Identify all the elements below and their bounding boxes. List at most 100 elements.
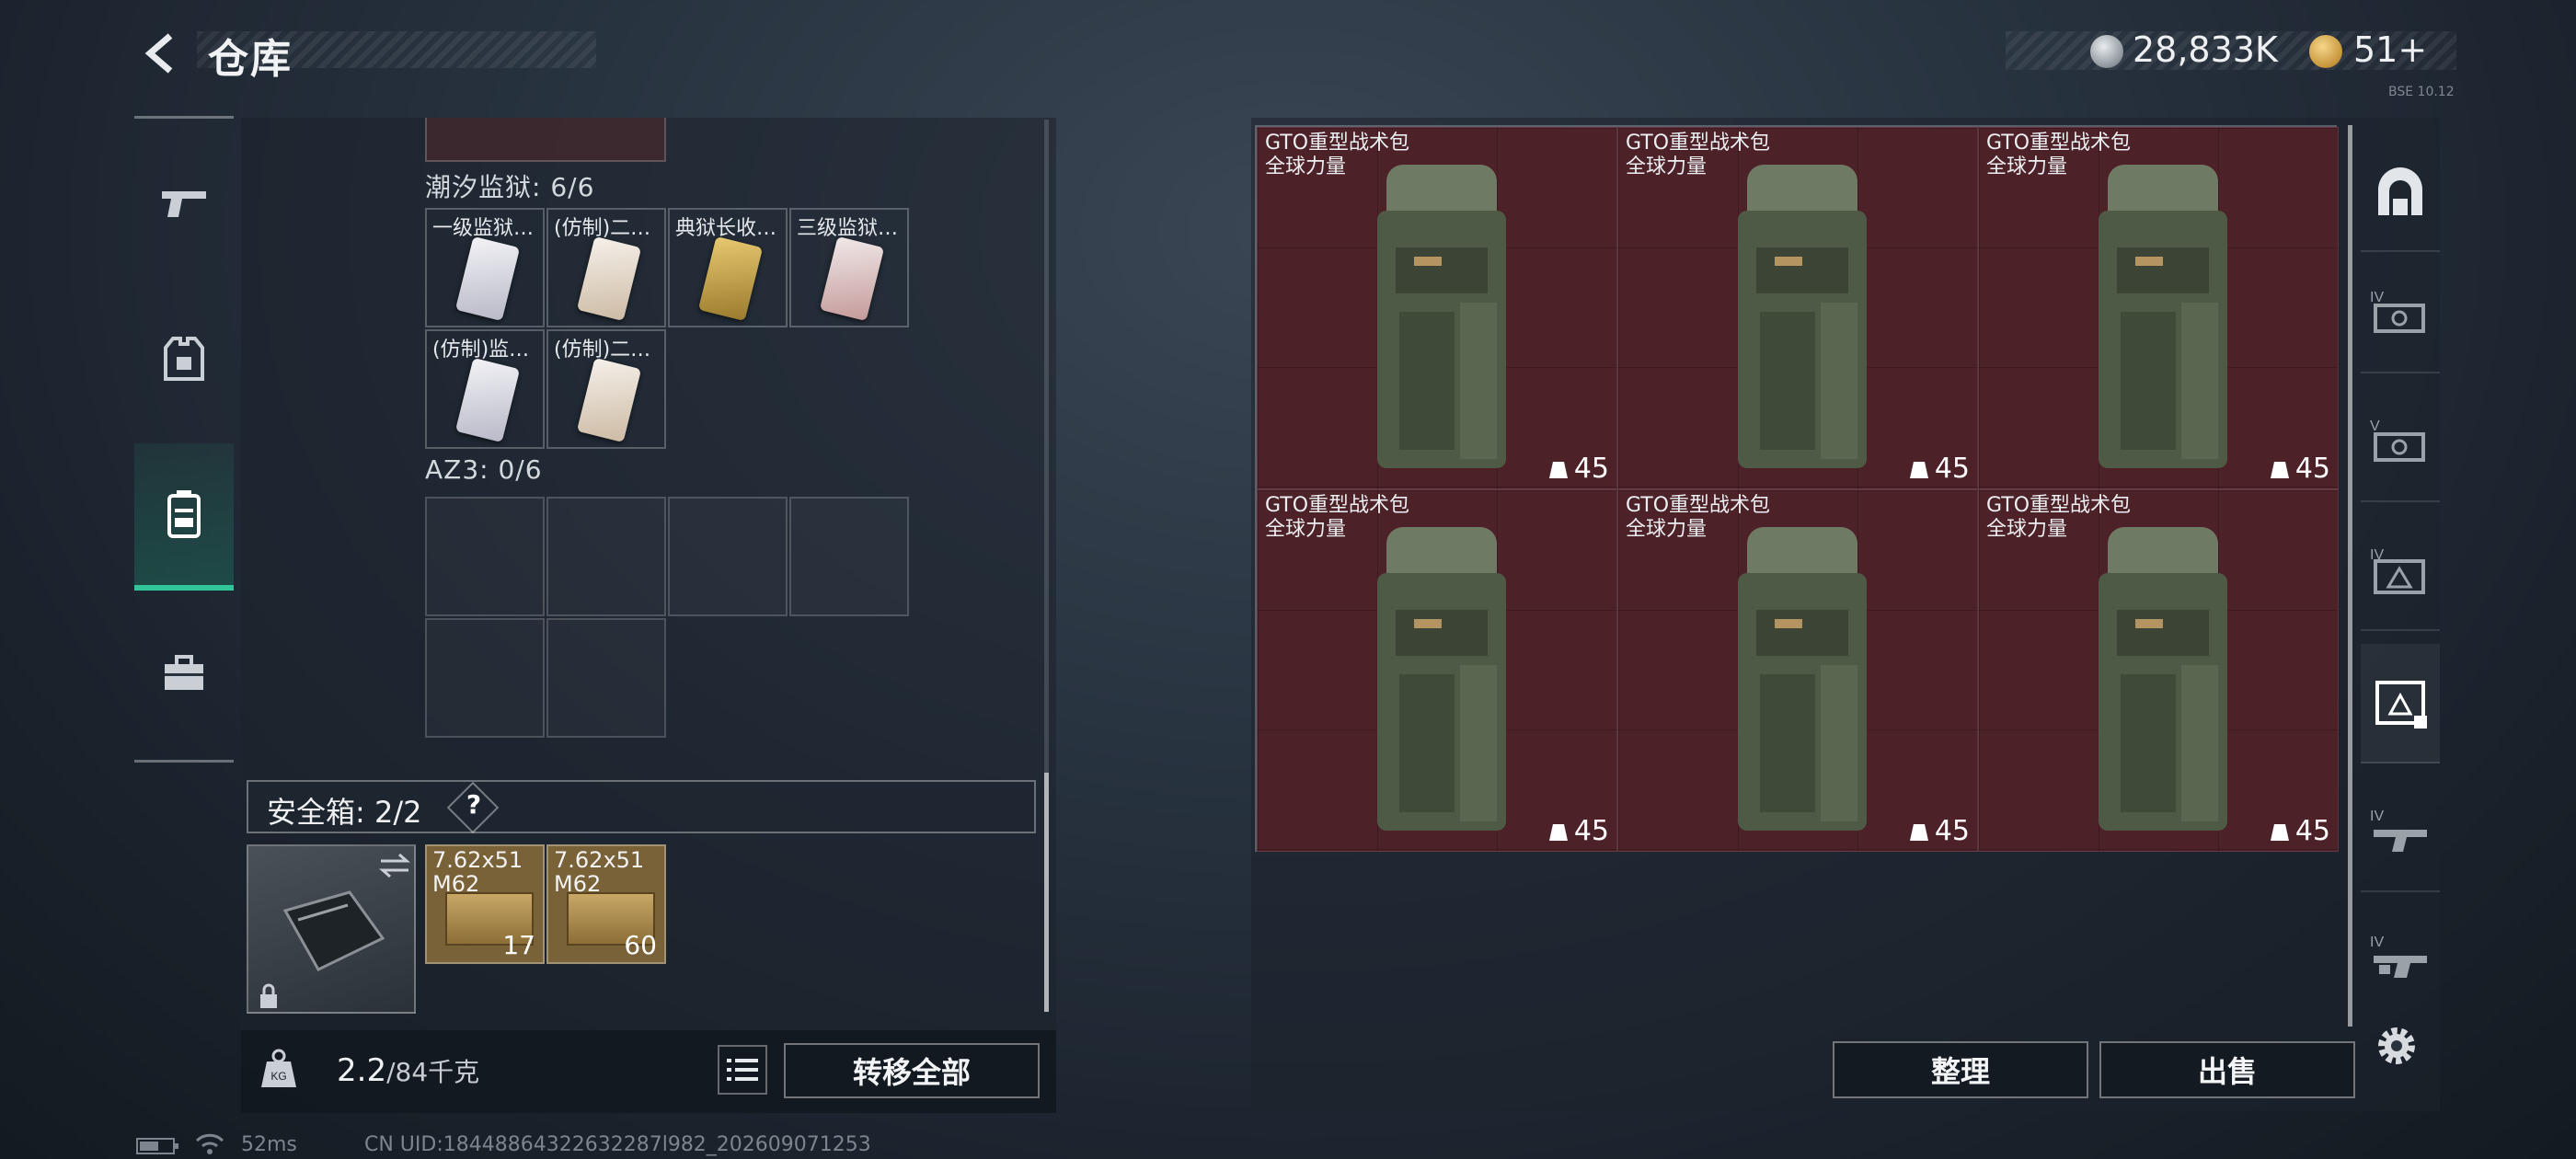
item-name: (仿制)监… [432, 339, 530, 361]
backpack-item[interactable]: GTO重型战术包 全球力量 45 [1257, 489, 1617, 852]
bag-name: GTO重型战术包 [1986, 494, 2132, 517]
room-tab-iv[interactable]: IV [2361, 254, 2440, 373]
backpack-image-icon [2099, 527, 2227, 831]
empty-slot[interactable] [425, 497, 545, 616]
bag-name-block: GTO重型战术包 全球力量 [1626, 494, 1770, 542]
ammo-count: 60 [624, 930, 657, 960]
chevron-left-icon [144, 33, 173, 74]
secure-container-icon [282, 890, 385, 971]
silver-currency-amount: 28,833K [2133, 29, 2278, 70]
transfer-all-button[interactable]: 转移全部 [784, 1043, 1040, 1098]
category-tab-armor[interactable] [134, 285, 234, 432]
room-tab-iv-triangle[interactable]: IV [2361, 511, 2440, 631]
keycard-item[interactable]: 三级监狱… [789, 208, 909, 327]
ping-readout: 52ms [241, 1133, 297, 1156]
safe-box-label: 安全箱: 2/2 [267, 795, 422, 830]
bag-capacity: 45 [1909, 453, 1970, 485]
bag-brand: 全球力量 [1265, 518, 1347, 541]
empty-slot[interactable] [546, 497, 666, 616]
backpack-image-icon [1738, 165, 1867, 468]
svg-text:V: V [2370, 419, 2380, 434]
section-label-tidal-prison: 潮汐监狱: 6/6 [425, 172, 595, 202]
backpack-item[interactable]: GTO重型战术包 全球力量 45 [1978, 489, 2339, 852]
room-tab-arch[interactable] [2361, 132, 2440, 252]
keycard-icon [576, 235, 642, 322]
bag-brand: 全球力量 [1986, 155, 2068, 178]
ammo-name: 7.62x51 M62 [554, 847, 645, 897]
bag-name-block: GTO重型战术包 全球力量 [1626, 132, 1770, 179]
swap-icon[interactable] [377, 852, 412, 879]
capacity-icon [2270, 823, 2289, 841]
keycard-icon [454, 357, 521, 443]
keycard-icon [697, 235, 764, 322]
ammo-name: 7.62x51 M62 [432, 847, 523, 897]
safe-case-item[interactable] [247, 844, 416, 1014]
empty-slot[interactable] [546, 618, 666, 738]
category-tab-toolbox[interactable] [134, 600, 234, 747]
keycard-item[interactable]: 一级监狱… [425, 208, 545, 327]
back-button[interactable] [134, 26, 190, 81]
ammo-item[interactable]: 7.62x51 M62 60 [546, 844, 666, 964]
gold-coin-icon [2309, 35, 2342, 68]
backpack-item[interactable]: GTO重型战术包 全球力量 45 [1978, 127, 2339, 489]
item-name: 一级监狱… [432, 217, 535, 240]
empty-slot[interactable] [425, 618, 545, 738]
keycard-item[interactable]: (仿制)监… [425, 329, 545, 449]
tier-iv-room-icon: IV [2370, 290, 2425, 333]
svg-text:IV: IV [2370, 290, 2384, 305]
gold-currency-amount[interactable]: 51+ [2353, 29, 2427, 70]
ammo-item[interactable]: 7.62x51 M62 17 [425, 844, 545, 964]
list-icon [727, 1059, 758, 1081]
settings-gear-icon[interactable] [2372, 1021, 2421, 1071]
help-button[interactable]: ? [462, 789, 486, 820]
bag-capacity-value: 45 [1934, 815, 1970, 847]
section-label-az3: AZ3: 0/6 [425, 454, 543, 485]
tier-iv-weapon-icon: IV [2370, 809, 2427, 852]
bag-capacity: 45 [1548, 815, 1609, 847]
keycard-item[interactable]: (仿制)二… [546, 208, 666, 327]
bag-capacity: 45 [1909, 815, 1970, 847]
partial-item-row [425, 118, 666, 162]
empty-slot[interactable] [789, 497, 909, 616]
selected-room-icon [2375, 681, 2427, 729]
backpack-item[interactable]: GTO重型战术包 全球力量 45 [1257, 127, 1617, 489]
backpack-item[interactable]: GTO重型战术包 全球力量 45 [1617, 127, 1978, 489]
room-tab-iv-weapon-2[interactable]: IV [2361, 898, 2440, 1017]
bag-name-block: GTO重型战术包 全球力量 [1986, 494, 2131, 542]
silver-coin-icon [2090, 35, 2123, 68]
empty-slot[interactable] [668, 497, 788, 616]
page-title: 仓库 [208, 36, 293, 83]
bag-name-block: GTO重型战术包 全球力量 [1265, 494, 1409, 542]
ammo-count: 17 [502, 930, 535, 960]
sell-button[interactable]: 出售 [2099, 1041, 2355, 1098]
bag-name: GTO重型战术包 [1265, 132, 1410, 155]
bag-name: GTO重型战术包 [1626, 132, 1771, 155]
category-tab-weapons[interactable] [134, 129, 234, 276]
wifi-icon [195, 1133, 224, 1154]
battery-icon [136, 1138, 178, 1154]
weight-readout: 2.2/84千克 [337, 1052, 479, 1089]
bag-brand: 全球力量 [1986, 518, 2068, 541]
item-name: (仿制)二… [554, 217, 651, 240]
room-tab-selected[interactable] [2361, 644, 2440, 763]
room-tab-v[interactable]: V [2361, 383, 2440, 502]
sort-button[interactable]: 整理 [1833, 1041, 2088, 1098]
keycard-item[interactable]: (仿制)二… [546, 329, 666, 449]
keycard-item[interactable]: 典狱长收… [668, 208, 788, 327]
weight-current: 2.2 [337, 1052, 387, 1089]
backpack-item[interactable]: GTO重型战术包 全球力量 45 [1617, 489, 1978, 852]
bag-name: GTO重型战术包 [1626, 494, 1771, 517]
tier-v-room-icon: V [2370, 419, 2425, 462]
category-tab-backpack[interactable] [134, 443, 234, 591]
backpack-image-icon [1377, 527, 1506, 831]
bag-name: GTO重型战术包 [1265, 494, 1410, 517]
backpack-icon [167, 490, 201, 538]
backpack-image-icon [1377, 165, 1506, 468]
list-view-button[interactable] [718, 1045, 767, 1095]
room-tab-iv-weapon[interactable]: IV [2361, 773, 2440, 892]
category-divider [134, 116, 234, 119]
bag-capacity-value: 45 [1573, 815, 1609, 847]
container-scrollbar[interactable] [2348, 125, 2352, 1027]
inventory-scroll-thumb[interactable] [1044, 773, 1049, 1012]
arch-icon [2378, 167, 2422, 215]
